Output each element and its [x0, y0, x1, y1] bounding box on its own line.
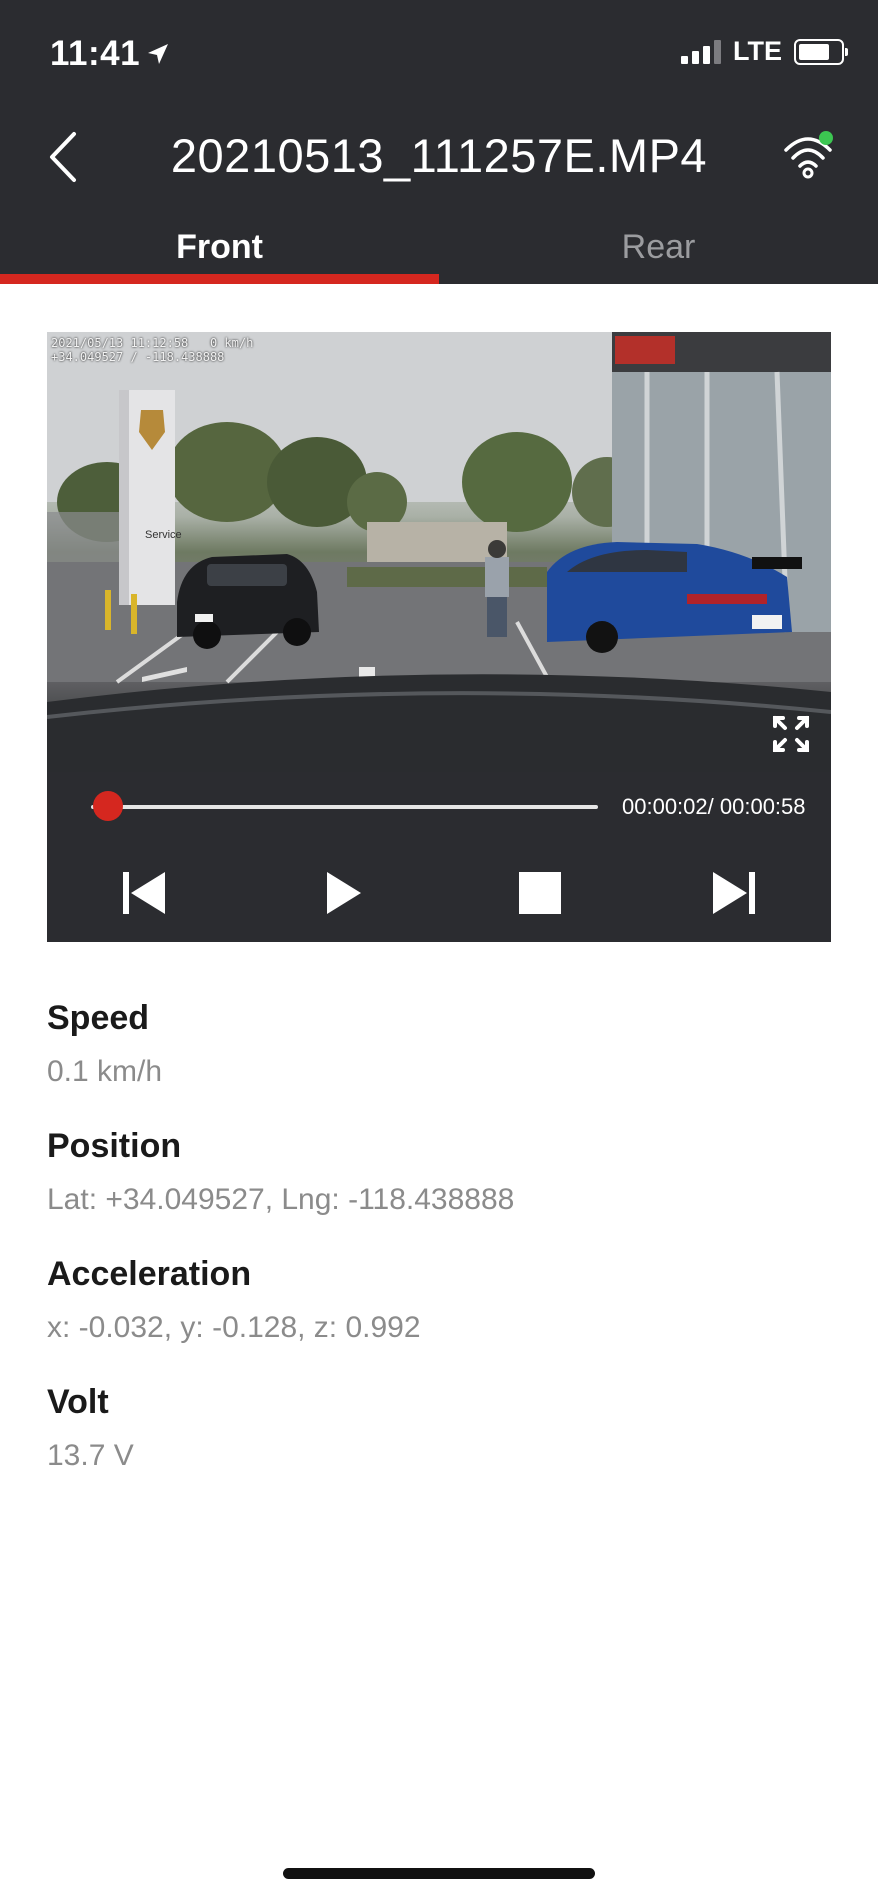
- wifi-status-dot: [819, 131, 833, 145]
- telemetry-info: Speed 0.1 km/h Position Lat: +34.049527,…: [47, 996, 837, 1508]
- acceleration-value: x: -0.032, y: -0.128, z: 0.992: [47, 1311, 421, 1344]
- page-title: 20210513_111257E.MP4: [170, 129, 708, 182]
- stop-icon[interactable]: [515, 868, 565, 918]
- network-label: LTE: [733, 36, 782, 66]
- info-position: Position Lat: +34.049527, Lng: -118.4388…: [47, 1124, 837, 1252]
- overlay-line-2: +34.049527 / -118.438888: [51, 350, 225, 364]
- progress-thumb[interactable]: [93, 791, 124, 821]
- location-arrow-icon: [148, 44, 169, 64]
- info-volt: Volt 13.7 V: [47, 1380, 837, 1508]
- volt-label: Volt: [47, 1383, 109, 1421]
- progress-track[interactable]: [91, 805, 598, 809]
- wifi-icon[interactable]: [780, 130, 836, 180]
- dashcam-scene: Service: [47, 332, 831, 772]
- status-time-text: 11:41: [50, 34, 141, 73]
- position-value: Lat: +34.049527, Lng: -118.438888: [47, 1183, 515, 1216]
- volt-value: 13.7 V: [47, 1439, 134, 1472]
- position-label: Position: [47, 1127, 182, 1165]
- speed-value: 0.1 km/h: [47, 1055, 163, 1088]
- total-time: 00:00:58: [719, 794, 806, 819]
- battery-icon: [794, 38, 848, 65]
- info-speed: Speed 0.1 km/h: [47, 996, 837, 1124]
- top-bar: 11:41 LTE 20210513_111257E.MP4 Front Rea…: [0, 0, 878, 284]
- play-icon[interactable]: [317, 868, 367, 918]
- next-icon[interactable]: [709, 868, 759, 918]
- info-acceleration: Acceleration x: -0.032, y: -0.128, z: 0.…: [47, 1252, 837, 1380]
- status-indicators: LTE: [681, 36, 848, 67]
- time-readout: 00:00:02/ 00:00:58: [622, 794, 806, 820]
- overlay-line-1: 2021/05/13 11:12:58 0 km/h: [51, 336, 254, 350]
- playback-controls: 00:00:02/ 00:00:58: [47, 772, 831, 942]
- previous-icon[interactable]: [119, 868, 169, 918]
- active-tab-indicator: [0, 274, 439, 284]
- tab-rear[interactable]: Rear: [439, 222, 878, 284]
- fullscreen-icon[interactable]: [771, 714, 811, 754]
- service-sign-text: Service: [145, 529, 182, 541]
- current-time: 00:00:02/: [622, 794, 714, 819]
- video-frame[interactable]: Service 2021/05/13 11:12:58 0 km/h +34.0…: [47, 332, 831, 772]
- video-overlay: 2021/05/13 11:12:58 0 km/h +34.049527 / …: [51, 336, 253, 364]
- status-time: 11:41: [50, 34, 170, 74]
- home-indicator[interactable]: [283, 1868, 595, 1879]
- speed-label: Speed: [47, 999, 150, 1037]
- acceleration-label: Acceleration: [47, 1255, 252, 1293]
- signal-icon: [681, 39, 721, 64]
